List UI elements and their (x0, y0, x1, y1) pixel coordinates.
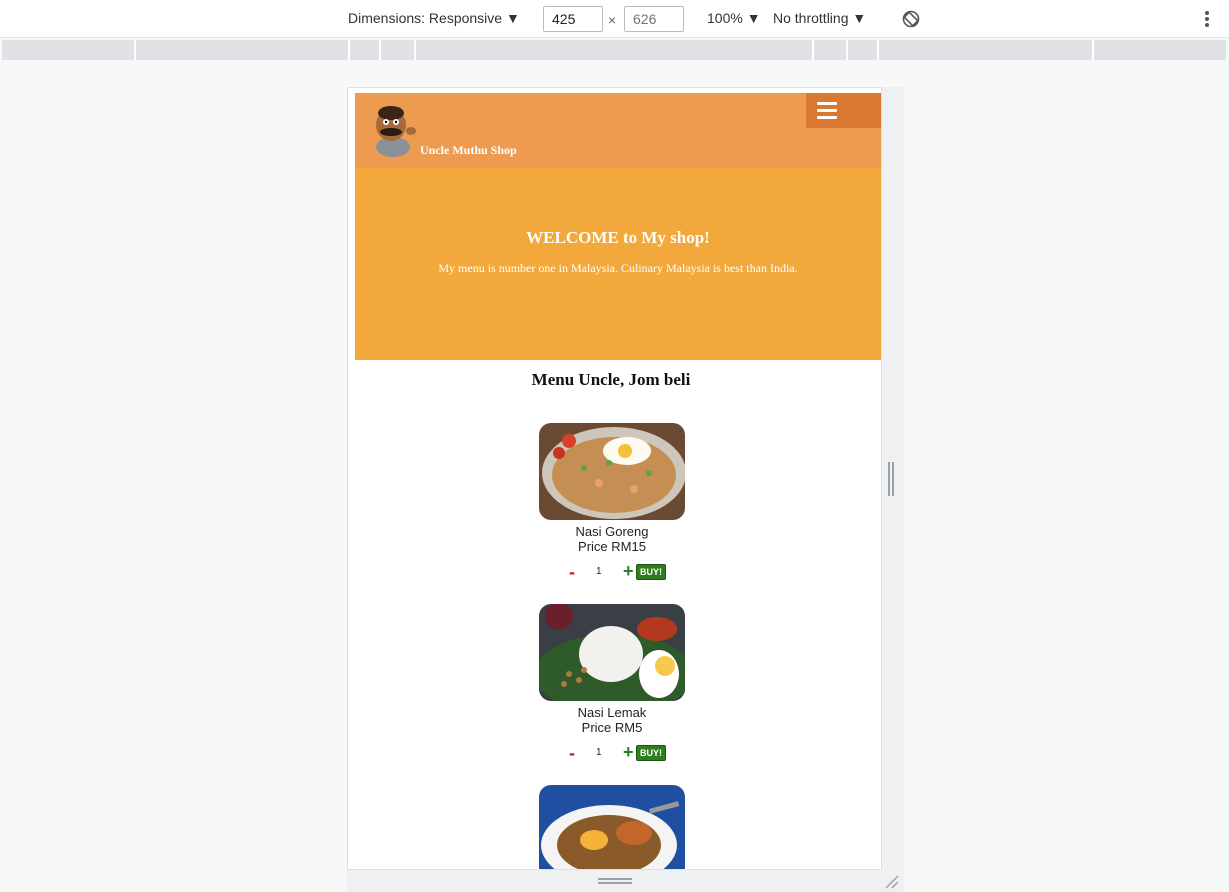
times-symbol: × (608, 12, 617, 28)
menu-item (539, 785, 685, 869)
rotate-icon[interactable] (902, 10, 920, 28)
nasi-goreng-image (539, 423, 685, 520)
item-price: Price RM5 (581, 720, 643, 735)
nasi-lemak-image (539, 604, 685, 701)
hamburger-menu-icon[interactable] (806, 93, 881, 128)
decrease-button[interactable]: - (569, 744, 575, 762)
buy-button[interactable]: BUY! (636, 745, 666, 761)
shop-name[interactable]: Uncle Muthu Shop (420, 143, 517, 158)
hero-title: WELCOME to My shop! (526, 228, 710, 247)
item-name: Nasi Goreng (575, 524, 649, 539)
menu-title: Menu Uncle, Jom beli (531, 370, 691, 389)
quantity-value[interactable]: 1 (596, 747, 602, 758)
quantity-stepper: - 1 + BUY! (563, 743, 683, 764)
more-vertical-icon[interactable] (1205, 11, 1209, 27)
devtools-toolbar: Dimensions: Responsive ▼ × 100% ▼ No thr… (0, 0, 1229, 38)
dimensions-dropdown[interactable]: Dimensions: Responsive ▼ (348, 10, 520, 26)
item-name: Nasi Lemak (577, 705, 647, 720)
decrease-button[interactable]: - (569, 563, 575, 581)
throttling-dropdown[interactable]: No throttling ▼ (773, 10, 866, 26)
buy-button[interactable]: BUY! (636, 564, 666, 580)
width-input[interactable] (543, 6, 603, 32)
resize-handle-right[interactable] (888, 462, 896, 496)
increase-button[interactable]: + (623, 562, 634, 580)
height-input[interactable] (624, 6, 684, 32)
zoom-dropdown[interactable]: 100% ▼ (707, 10, 761, 26)
menu-item: Nasi Lemak Price RM5 - 1 + BUY! (539, 604, 685, 762)
quantity-value[interactable]: 1 (596, 566, 602, 577)
resize-corner-icon[interactable] (882, 873, 900, 889)
hero-text: My menu is number one in Malaysia. Culin… (438, 261, 798, 275)
menu-item: Nasi Goreng Price RM15 - 1 + BUY! (539, 423, 685, 581)
resize-handle-bottom[interactable] (598, 878, 632, 886)
uncle-mascot-logo[interactable] (367, 103, 419, 157)
media-query-bar[interactable] (2, 40, 1226, 60)
hero-banner: WELCOME to My shop! My menu is number on… (355, 168, 881, 360)
site-header: Uncle Muthu Shop (355, 93, 881, 168)
quantity-stepper: - 1 + BUY! (563, 562, 683, 583)
increase-button[interactable]: + (623, 743, 634, 761)
item-price: Price RM15 (578, 539, 646, 554)
device-viewport: Uncle Muthu Shop WELCOME to My shop! My … (347, 87, 882, 870)
nasi-kandar-image (539, 785, 685, 869)
